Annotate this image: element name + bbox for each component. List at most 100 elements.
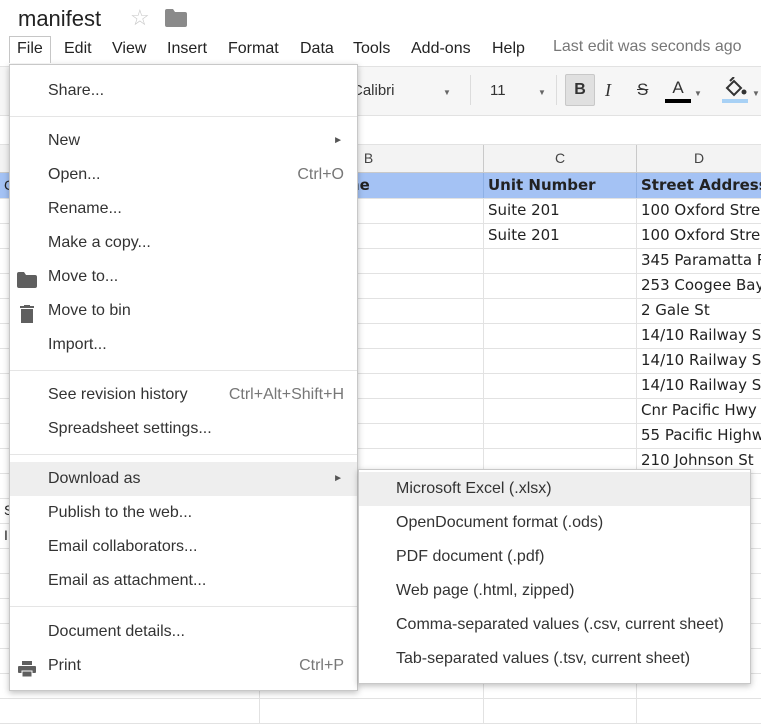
table-cell[interactable]: 14/10 Railway St	[637, 348, 761, 373]
chevron-down-icon: ▼	[694, 89, 702, 98]
menu-insert[interactable]: Insert	[160, 36, 214, 62]
file-menu: Share... New ► Open... Ctrl+O Rename... Ma…	[9, 64, 358, 691]
download-submenu: Microsoft Excel (.xlsx) OpenDocument for…	[358, 469, 751, 684]
table-cell[interactable]	[484, 298, 637, 323]
menu-item-make-copy[interactable]: Make a copy...	[10, 226, 357, 260]
star-icon[interactable]: ☆	[130, 6, 150, 30]
menu-item-open[interactable]: Open... Ctrl+O	[10, 158, 357, 192]
submenu-arrow-icon: ►	[333, 473, 343, 484]
table-cell[interactable]: 14/10 Railway St	[637, 323, 761, 348]
menu-item-spreadsheet-settings[interactable]: Spreadsheet settings...	[10, 412, 357, 446]
menu-item-rename[interactable]: Rename...	[10, 192, 357, 226]
menu-item-new[interactable]: New ►	[10, 124, 357, 158]
toolbar-divider	[470, 75, 471, 105]
table-cell[interactable]: 2 Gale St	[637, 298, 761, 323]
menubar: File Edit View Insert Format Data Tools …	[0, 36, 761, 63]
toolbar-divider	[556, 75, 557, 105]
menu-format[interactable]: Format	[221, 36, 286, 62]
menu-item-email-attachment[interactable]: Email as attachment...	[10, 564, 357, 598]
header-cell-street-address[interactable]: Street Address	[637, 173, 761, 198]
menu-addons[interactable]: Add-ons	[404, 36, 478, 62]
folder-icon[interactable]	[165, 9, 187, 27]
menu-item-import[interactable]: Import...	[10, 328, 357, 362]
table-cell[interactable]	[484, 348, 637, 373]
table-cell[interactable]	[0, 698, 260, 723]
menu-item-label: PDF document (.pdf)	[396, 548, 545, 565]
download-html[interactable]: Web page (.html, zipped)	[359, 574, 750, 608]
shortcut-label: Ctrl+Alt+Shift+H	[228, 386, 344, 403]
menu-divider	[10, 370, 357, 371]
menu-divider	[10, 606, 357, 607]
menu-item-move-to[interactable]: Move to...	[10, 260, 357, 294]
menu-tools[interactable]: Tools	[346, 36, 397, 62]
menu-item-publish[interactable]: Publish to the web...	[10, 496, 357, 530]
table-cell[interactable]: 345 Paramatta R	[637, 248, 761, 273]
table-cell[interactable]	[484, 273, 637, 298]
column-header-c[interactable]: C	[484, 145, 637, 173]
font-family-select[interactable]: Calibri	[352, 82, 395, 99]
table-cell[interactable]: Suite 201	[484, 198, 637, 223]
menu-item-label: Share...	[48, 82, 105, 99]
menu-item-share[interactable]: Share...	[10, 74, 357, 108]
table-cell[interactable]: Cnr Pacific Hwy &	[637, 398, 761, 423]
menu-item-label: Open...	[48, 166, 101, 183]
menu-item-print[interactable]: Print Ctrl+P	[10, 649, 357, 683]
menu-divider	[10, 116, 357, 117]
menu-item-document-details[interactable]: Document details...	[10, 615, 357, 649]
font-size-select[interactable]: 11	[490, 82, 506, 99]
table-cell[interactable]	[484, 398, 637, 423]
last-edit-status[interactable]: Last edit was seconds ago	[553, 36, 742, 58]
table-cell[interactable]	[484, 373, 637, 398]
trash-icon	[17, 302, 37, 323]
header-cell-name[interactable]: me	[340, 173, 484, 198]
download-csv[interactable]: Comma-separated values (.csv, current sh…	[359, 608, 750, 642]
download-ods[interactable]: OpenDocument format (.ods)	[359, 506, 750, 540]
bold-button[interactable]: B	[565, 74, 595, 106]
menu-item-label: Rename...	[48, 200, 122, 217]
menu-item-label: Spreadsheet settings...	[48, 420, 212, 437]
menu-edit[interactable]: Edit	[57, 36, 99, 62]
download-pdf[interactable]: PDF document (.pdf)	[359, 540, 750, 574]
menu-help[interactable]: Help	[485, 36, 532, 62]
menu-item-label: Move to...	[48, 268, 119, 285]
menu-item-label: Web page (.html, zipped)	[396, 582, 575, 599]
menu-item-move-to-bin[interactable]: Move to bin	[10, 294, 357, 328]
menu-item-label: New	[48, 132, 81, 149]
table-cell[interactable]	[484, 423, 637, 448]
download-xlsx[interactable]: Microsoft Excel (.xlsx)	[359, 472, 750, 506]
menu-item-label: Tab-separated values (.tsv, current shee…	[396, 650, 691, 667]
table-cell[interactable]	[260, 698, 484, 723]
shortcut-label: Ctrl+O	[297, 166, 344, 183]
document-title[interactable]: manifest	[18, 4, 101, 34]
table-cell[interactable]	[484, 323, 637, 348]
table-cell[interactable]: Suite 201	[484, 223, 637, 248]
menu-item-label: Comma-separated values (.csv, current sh…	[396, 616, 724, 633]
italic-button[interactable]: I	[605, 80, 611, 101]
chevron-down-icon: ▼	[443, 88, 451, 97]
strikethrough-button[interactable]: S	[637, 80, 648, 100]
table-cell[interactable]: 100 Oxford Stree	[637, 223, 761, 248]
column-header-d[interactable]: D	[637, 145, 761, 173]
table-cell[interactable]: 14/10 Railway St	[637, 373, 761, 398]
table-cell[interactable]	[637, 698, 761, 723]
table-cell[interactable]	[484, 698, 637, 723]
table-cell[interactable]	[484, 248, 637, 273]
table-cell[interactable]: 253 Coogee Bay	[637, 273, 761, 298]
fill-color-icon[interactable]	[722, 76, 748, 99]
menu-item-email-collaborators[interactable]: Email collaborators...	[10, 530, 357, 564]
menu-item-label: Document details...	[48, 623, 185, 640]
table-cell[interactable]: 100 Oxford Stree	[637, 198, 761, 223]
menu-view[interactable]: View	[105, 36, 153, 62]
table-cell[interactable]: 55 Pacific Highwa	[637, 423, 761, 448]
menu-file[interactable]: File	[9, 36, 51, 63]
menu-item-label: Microsoft Excel (.xlsx)	[396, 480, 552, 497]
download-tsv[interactable]: Tab-separated values (.tsv, current shee…	[359, 642, 750, 676]
menu-data[interactable]: Data	[293, 36, 341, 62]
menu-item-label: Move to bin	[48, 302, 131, 319]
menu-item-revision-history[interactable]: See revision history Ctrl+Alt+Shift+H	[10, 378, 357, 412]
menu-item-download-as[interactable]: Download as ►	[10, 462, 357, 496]
header-cell-unit-number[interactable]: Unit Number	[484, 173, 637, 198]
menu-divider	[10, 454, 357, 455]
menu-item-label: Print	[48, 657, 81, 674]
shortcut-label: Ctrl+P	[299, 657, 344, 674]
